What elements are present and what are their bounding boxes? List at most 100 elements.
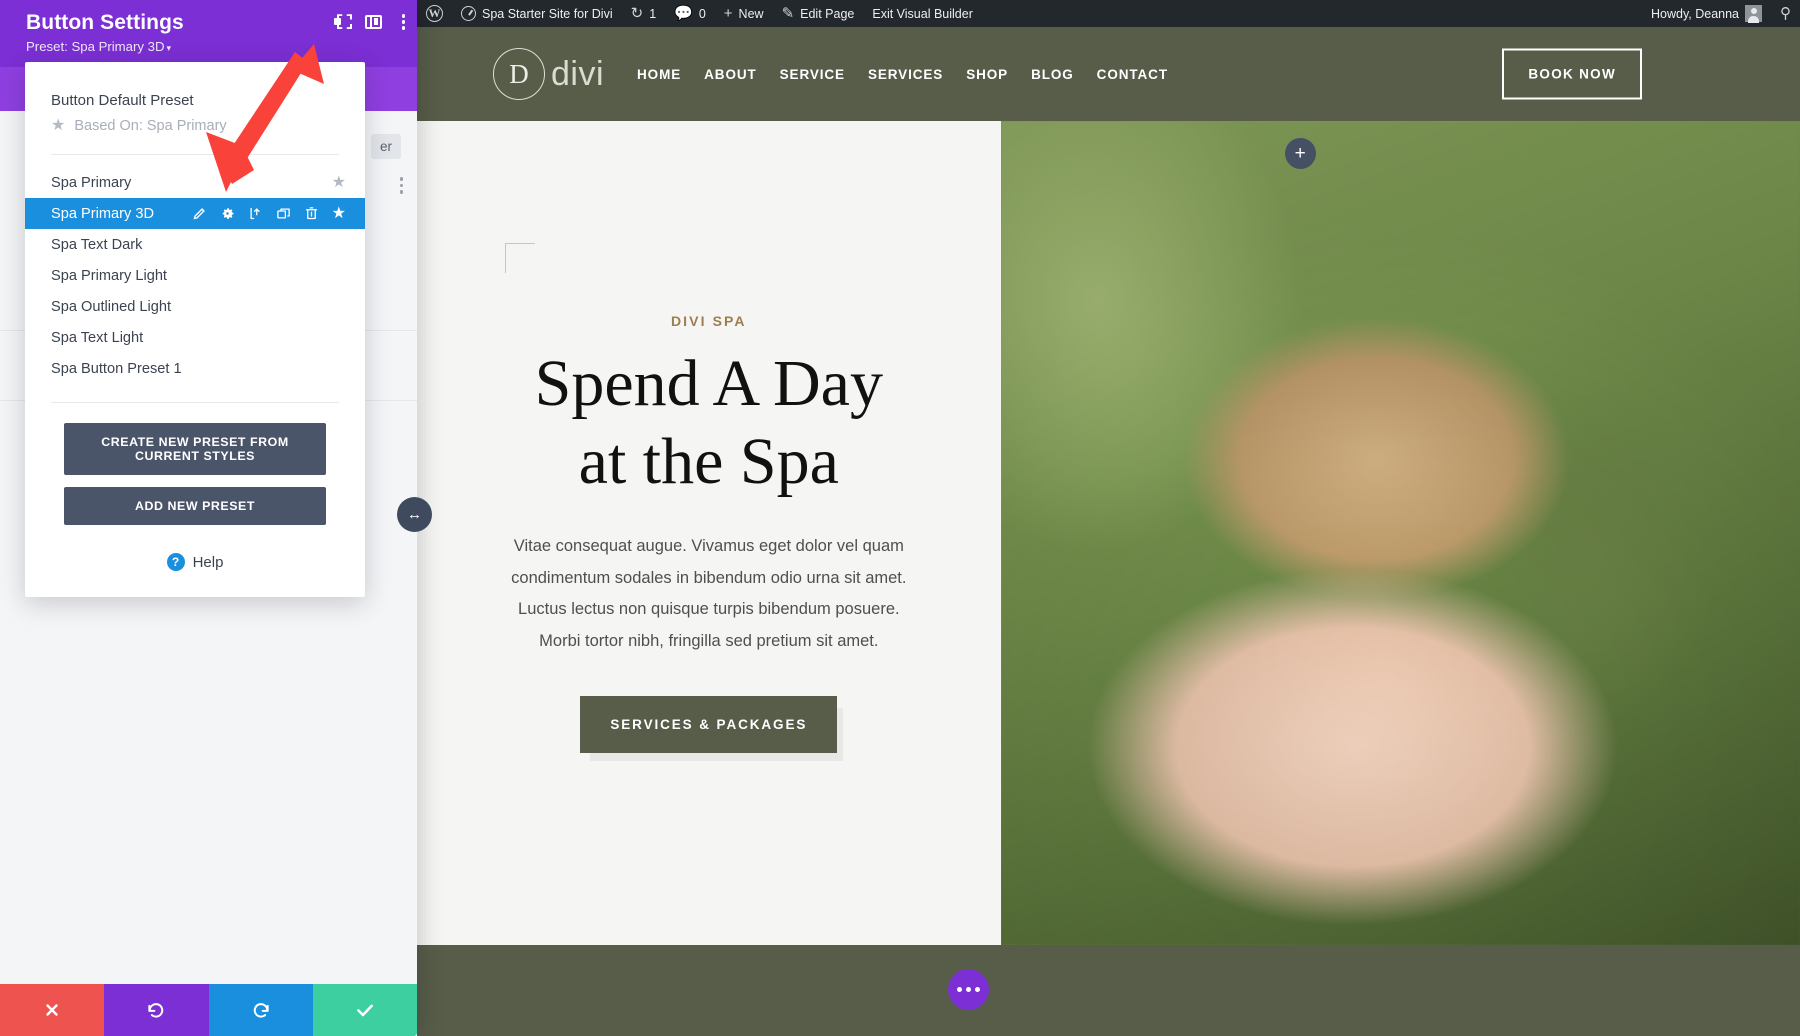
create-new-preset-button[interactable]: CREATE NEW PRESET FROM CURRENT STYLES [64, 423, 326, 475]
redo-button[interactable] [208, 984, 313, 1036]
avatar [1745, 5, 1762, 23]
footer-section [417, 945, 1800, 1036]
wordpress-logo-icon: W [426, 5, 443, 22]
account-menu-button[interactable]: Howdy, Deanna [1642, 0, 1771, 27]
default-preset-title: Button Default Preset [51, 92, 194, 109]
hero-cta-wrapper: SERVICES & PACKAGES [580, 695, 838, 753]
hero-title-line-1: Spend A Day [534, 347, 883, 421]
hero-body-text: Vitae consequat augue. Vivamus eget dolo… [511, 537, 907, 651]
decorative-corner [505, 243, 535, 273]
site-name-label: Spa Starter Site for Divi [482, 6, 613, 21]
partially-hidden-tab-label[interactable]: er [370, 134, 401, 159]
add-module-button[interactable]: + [1284, 138, 1316, 169]
preset-item-spa-primary-light[interactable]: Spa Primary Light [25, 260, 365, 291]
revisions-button[interactable]: ↻ 1 [622, 0, 666, 27]
hero-image-column: + [1000, 121, 1800, 945]
comments-button[interactable]: 💬 0 [665, 0, 715, 27]
pencil-icon[interactable] [192, 206, 207, 221]
revisions-count: 1 [649, 6, 657, 21]
divi-logo-word: divi [551, 54, 605, 93]
preset-selector-label: Preset: Spa Primary 3D [26, 39, 165, 54]
ellipsis-dot-2-icon [966, 987, 971, 992]
focus-frame-icon[interactable] [330, 14, 345, 29]
edit-page-button[interactable]: ✎ Edit Page [773, 0, 864, 27]
preset-label: Spa Outlined Light [51, 298, 172, 315]
site-logo[interactable]: D divi [493, 48, 604, 100]
preset-label: Spa Primary Light [51, 267, 167, 284]
hero-text-column: DIVI SPA Spend A Day at the Spa Vitae co… [417, 121, 1001, 945]
question-mark-icon: ? [166, 553, 185, 571]
gear-icon[interactable] [220, 206, 235, 221]
preset-selector[interactable]: Preset: Spa Primary 3D ▾ [26, 39, 401, 54]
site-preview: W Spa Starter Site for Divi ↻ 1 💬 0 + Ne… [417, 0, 1800, 1036]
nav-item-blog[interactable]: BLOG [1031, 67, 1074, 82]
nav-item-home[interactable]: HOME [637, 67, 681, 82]
hero-title: Spend A Day at the Spa [535, 345, 883, 501]
layout-columns-icon[interactable] [364, 14, 382, 29]
hero-section: DIVI SPA Spend A Day at the Spa Vitae co… [417, 121, 1800, 945]
default-preset-block[interactable]: Button Default Preset ★ Based On: Spa Pr… [25, 78, 365, 144]
preset-item-spa-text-dark[interactable]: Spa Text Dark [25, 229, 365, 260]
new-label: New [738, 6, 764, 21]
nav-item-services[interactable]: SERVICES [868, 67, 943, 82]
duplicate-icon[interactable] [276, 206, 291, 221]
preset-item-spa-button-preset-1[interactable]: Spa Button Preset 1 [25, 353, 365, 384]
help-label: Help [192, 553, 224, 571]
trash-icon[interactable] [304, 206, 319, 221]
nav-item-service[interactable]: SERVICE [780, 67, 845, 82]
search-button[interactable]: ⚲ [1771, 0, 1800, 27]
nav-item-contact[interactable]: CONTACT [1097, 67, 1168, 82]
ellipsis-dot-3-icon [975, 987, 980, 992]
panel-resize-handle[interactable]: ↔ [397, 497, 432, 532]
add-new-preset-button[interactable]: ADD NEW PRESET [64, 487, 326, 525]
vertical-dots-icon[interactable] [401, 14, 405, 30]
wp-logo-button[interactable]: W [417, 0, 452, 27]
undo-button[interactable] [104, 984, 209, 1036]
site-header: D divi HOME ABOUT SERVICE SERVICES SHOP … [417, 27, 1800, 121]
new-content-button[interactable]: + New [715, 0, 773, 27]
nav-item-shop[interactable]: SHOP [966, 67, 1008, 82]
row-options-kebab-icon[interactable] [399, 177, 403, 194]
preset-item-spa-primary-3d[interactable]: Spa Primary 3D ★ [25, 198, 365, 229]
kebab-dot-1-icon [399, 177, 403, 181]
wp-admin-bar: W Spa Starter Site for Divi ↻ 1 💬 0 + Ne… [417, 0, 1800, 27]
revisions-icon: ↻ [630, 5, 644, 22]
site-name-button[interactable]: Spa Starter Site for Divi [452, 0, 622, 27]
based-on-label: Based On: Spa Primary [74, 118, 227, 134]
plus-icon: + [723, 5, 733, 22]
preset-dropdown: Button Default Preset ★ Based On: Spa Pr… [25, 62, 365, 597]
hero-title-line-2: at the Spa [578, 425, 839, 499]
chevron-down-icon: ▾ [166, 43, 172, 53]
preset-row-actions: ★ [192, 205, 346, 222]
divi-logo-mark-icon: D [493, 48, 545, 100]
preset-item-spa-primary[interactable]: Spa Primary ★ [25, 167, 365, 198]
preset-item-spa-text-light[interactable]: Spa Text Light [25, 322, 365, 353]
star-icon[interactable]: ★ [332, 174, 346, 191]
hero-eyebrow: DIVI SPA [670, 313, 747, 330]
help-link[interactable]: ? Help [25, 531, 365, 597]
dropdown-actions: CREATE NEW PRESET FROM CURRENT STYLES AD… [25, 403, 365, 531]
preset-label: Spa Text Light [51, 329, 144, 346]
preset-list: Spa Primary ★ Spa Primary 3D ★ Spa Text … [25, 161, 365, 388]
star-icon[interactable]: ★ [332, 205, 346, 222]
pencil-icon: ✎ [781, 5, 795, 22]
exit-visual-builder-label: Exit Visual Builder [872, 6, 973, 21]
panel-header: Button Settings Preset: Spa Primary 3D ▾ [0, 0, 417, 67]
preset-item-spa-outlined-light[interactable]: Spa Outlined Light [25, 291, 365, 322]
ellipsis-dot-1-icon [957, 987, 962, 992]
nav-item-about[interactable]: ABOUT [704, 67, 757, 82]
cancel-changes-button[interactable] [0, 984, 105, 1036]
save-changes-button[interactable] [312, 984, 417, 1036]
default-preset-based-on: ★ Based On: Spa Primary [51, 118, 339, 135]
export-icon[interactable] [248, 206, 263, 221]
page-settings-fab[interactable] [948, 969, 989, 1010]
panel-action-bar [0, 984, 417, 1036]
exit-visual-builder-button[interactable]: Exit Visual Builder [863, 0, 982, 27]
preset-label: Spa Text Dark [51, 236, 143, 253]
comments-count: 0 [698, 6, 706, 21]
screen-root: W Spa Starter Site for Divi ↻ 1 💬 0 + Ne… [0, 0, 1800, 1036]
services-packages-button[interactable]: SERVICES & PACKAGES [580, 695, 838, 753]
panel-header-icons [330, 14, 405, 30]
book-now-button[interactable]: BOOK NOW [1502, 48, 1642, 100]
comment-bubble-icon: 💬 [674, 5, 693, 22]
